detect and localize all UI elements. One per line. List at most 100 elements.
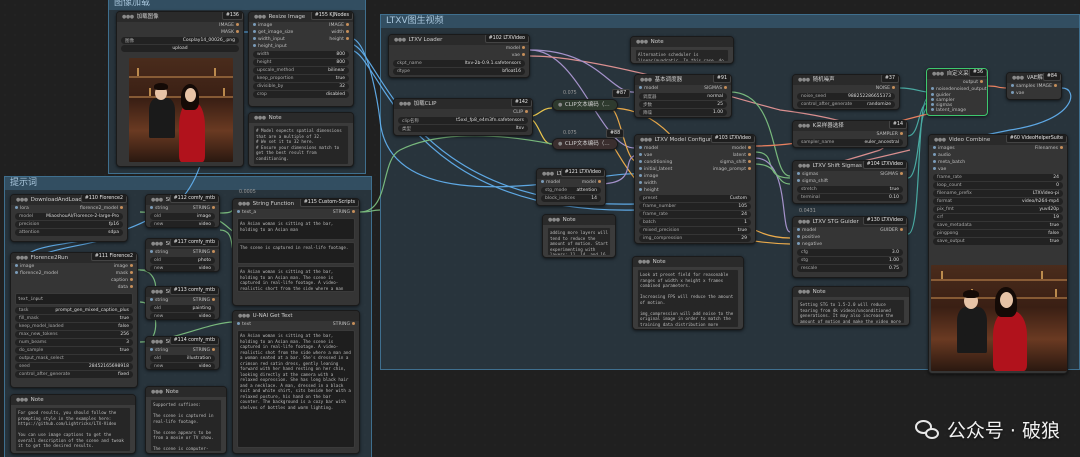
node-header[interactable]: ●●● Note <box>11 395 135 405</box>
slot-row[interactable]: caption <box>11 277 137 284</box>
node-header[interactable]: ●●● Note <box>543 215 615 225</box>
note-text[interactable]: # Model expects spatial dimensions that … <box>253 125 349 165</box>
note-guider[interactable]: ●●● Note Setting STG to 1.5-2.0 will red… <box>792 286 910 326</box>
slot-row[interactable]: model model <box>635 145 755 152</box>
collapse-dots-icon[interactable]: ●●● <box>798 75 810 85</box>
slot-row[interactable]: string STRING <box>146 249 219 256</box>
collapse-dots-icon[interactable]: ●●● <box>238 311 250 321</box>
note-florence[interactable]: ●●● Note For good results, you should fo… <box>10 394 136 454</box>
mixed-precision-widget[interactable]: mixed_precision true <box>639 227 751 234</box>
slot-row[interactable]: noise denoised_output <box>927 86 987 93</box>
slot-row[interactable]: text STRING <box>233 321 359 328</box>
output-sampler[interactable]: SAMPLER <box>793 131 907 138</box>
text-display[interactable]: An Asian woman is sitting at the bar, ho… <box>237 330 355 448</box>
collapse-dots-icon[interactable]: ●●● <box>16 395 28 405</box>
clip-text-encode-positive[interactable]: ● CLIP文本编码（提示） <box>552 99 618 111</box>
node-header[interactable]: ●●● Note <box>631 37 733 47</box>
upload-button[interactable]: upload <box>121 45 239 52</box>
control-after-generate-widget[interactable]: control_after_generate randomize <box>797 101 895 108</box>
frame-number-widget[interactable]: frame_number 105 <box>639 203 751 210</box>
collapse-dots-icon[interactable]: ●●● <box>254 113 266 123</box>
clip-name-widget[interactable]: clip名称 t5xxl_fp8_e4m3fn.safetensors <box>398 117 528 124</box>
keep-model-loaded-widget[interactable]: keep_model_loaded false <box>15 323 133 330</box>
florence2-run-node[interactable]: ●●● Florence2Run image image florence2_mo… <box>10 252 138 388</box>
collapse-dots-icon[interactable]: ●●● <box>640 135 652 145</box>
block-indices-widget[interactable]: block_indices 14 <box>541 195 601 202</box>
note-text[interactable]: Setting STG to 1.5-2.0 will reduce teari… <box>797 299 905 324</box>
task-widget[interactable]: task prompt_gen_mixed_caption_plus <box>15 307 133 314</box>
collapse-dots-icon[interactable]: ●●● <box>932 69 944 79</box>
collapse-dots-icon[interactable]: ●●● <box>798 287 810 297</box>
slot-row[interactable]: vae latent <box>635 152 755 159</box>
sampler-name-widget[interactable]: sampler_name euler_ancestral <box>797 139 903 146</box>
collapse-dots-icon[interactable]: ● <box>558 139 562 149</box>
ckpt-name-widget[interactable]: ckpt_name ltxv-2b-0.9.1.safetensors <box>393 60 525 67</box>
basic-scheduler-node[interactable]: ●●● 基本调度器 model SIGMAS 调度器 normal 步数 25 降噪 1… <box>634 74 732 118</box>
seed-widget[interactable]: seed 28452165698918 <box>15 363 133 370</box>
node-header[interactable]: ● CLIP文本编码（提示） <box>553 139 617 149</box>
noise-seed-widget[interactable]: noise_seed 988252286655373 <box>797 93 895 100</box>
slot-row[interactable]: conditioning sigma_shift <box>635 159 755 166</box>
width-widget[interactable]: width 800 <box>253 51 349 58</box>
collapse-dots-icon[interactable]: ●●● <box>542 169 554 179</box>
new-widget[interactable]: new video <box>150 313 215 319</box>
slot-row[interactable]: model GUIDER <box>793 227 907 234</box>
slot-row[interactable]: sigma_shift <box>793 178 907 185</box>
slot-row[interactable]: get_image_size width <box>249 29 353 36</box>
result-field[interactable]: An Asian woman is sitting at the bar, ho… <box>237 266 355 292</box>
clip-loader-node[interactable]: ●●● 加载CLIP CLIP clip名称 t5xxl_fp8_e4m3fn.s… <box>393 98 533 136</box>
collapse-dots-icon[interactable]: ●●● <box>640 75 652 85</box>
crf-widget[interactable]: crf 19 <box>933 214 1063 221</box>
slot-row[interactable]: meta_batch <box>929 159 1067 166</box>
note-text[interactable]: For good results, you should follow the … <box>15 407 131 452</box>
output-model[interactable]: model <box>389 45 529 52</box>
preset-widget[interactable]: preset Custom <box>639 195 751 202</box>
note-resize[interactable]: ●●● Note # Model expects spatial dimensi… <box>248 112 354 167</box>
collapse-dots-icon[interactable]: ●●● <box>934 135 946 145</box>
divisible-by-widget[interactable]: divisible_by 32 <box>253 83 349 90</box>
num-beams-widget[interactable]: num_beams 3 <box>15 339 133 346</box>
steps-widget[interactable]: 步数 25 <box>639 101 727 108</box>
model-widget[interactable]: model MiaoshouAI/Florence-2-large-Pro <box>15 213 123 220</box>
pix-fmt-widget[interactable]: pix_fmt yuv420p <box>933 206 1063 213</box>
new-widget[interactable]: new video <box>150 265 215 271</box>
note-text[interactable]: adding more layers will tend to reduce t… <box>547 227 611 256</box>
string-replace-node-2[interactable]: ●●● String Replace (mtb) stringSTRING ol… <box>145 238 220 272</box>
do-sample-widget[interactable]: do_sample true <box>15 347 133 354</box>
collapse-dots-icon[interactable]: ●●● <box>151 239 163 249</box>
node-header[interactable]: ●●● Note <box>249 113 353 123</box>
keep-proportion-widget[interactable]: keep_proportion true <box>253 75 349 82</box>
slot-row[interactable]: image <box>635 173 755 180</box>
denoise-widget[interactable]: 降噪 1.00 <box>639 109 727 116</box>
stg-widget[interactable]: stg 1.00 <box>797 257 903 264</box>
note-text[interactable]: Supported suffixes: The scene is capture… <box>150 399 222 452</box>
format-widget[interactable]: format video/h264-mp4 <box>933 198 1063 205</box>
slot-row[interactable]: string STRING <box>146 297 219 304</box>
slot-row[interactable]: model model <box>537 179 605 186</box>
note-text[interactable]: Alternative scheduler is linear/quadrati… <box>635 49 729 62</box>
fill-mask-widget[interactable]: fill_mask true <box>15 315 133 322</box>
collapse-dots-icon[interactable]: ●●● <box>798 121 810 131</box>
load-image-node[interactable]: ●●● 加载图像 IMAGE MASK 图像 Cosplay14_00026_.p… <box>116 11 244 167</box>
loop-count-widget[interactable]: loop_count 0 <box>933 182 1063 189</box>
slot-row[interactable]: data <box>11 284 137 291</box>
max-new-tokens-widget[interactable]: max_new_tokens 256 <box>15 331 133 338</box>
output-image[interactable]: IMAGE <box>117 22 243 29</box>
slot-row[interactable]: initial_latent image_prompt <box>635 166 755 173</box>
scheduler-widget[interactable]: 调度器 normal <box>639 93 727 100</box>
clip-text-encode-negative[interactable]: ● CLIP文本编码（提示） <box>552 138 618 150</box>
pingpong-widget[interactable]: pingpong false <box>933 230 1063 237</box>
stg-mode-widget[interactable]: stg_mode attention <box>541 187 601 194</box>
florence2-load-model-node[interactable]: ●●● DownloadAndLoadFlorence2Model lora fl… <box>10 194 128 242</box>
terminal-widget[interactable]: terminal 0.10 <box>797 194 903 201</box>
node-header[interactable]: ● CLIP文本编码（提示） <box>553 100 617 110</box>
resize-image-node[interactable]: ●●● Resize Image image IMAGE get_image_si… <box>248 11 354 107</box>
slot-row[interactable]: model SIGMAS <box>635 85 731 92</box>
slot-row[interactable]: height <box>635 187 755 194</box>
slot-row[interactable]: image IMAGE <box>249 22 353 29</box>
output-mask[interactable]: MASK <box>117 29 243 36</box>
new-widget[interactable]: new video <box>150 363 215 369</box>
random-noise-node[interactable]: ●●● 随机噪声 NOISE noise_seed 988252286655373… <box>792 74 900 110</box>
crop-widget[interactable]: crop disabled <box>253 91 349 98</box>
collapse-dots-icon[interactable]: ●●● <box>238 199 250 209</box>
